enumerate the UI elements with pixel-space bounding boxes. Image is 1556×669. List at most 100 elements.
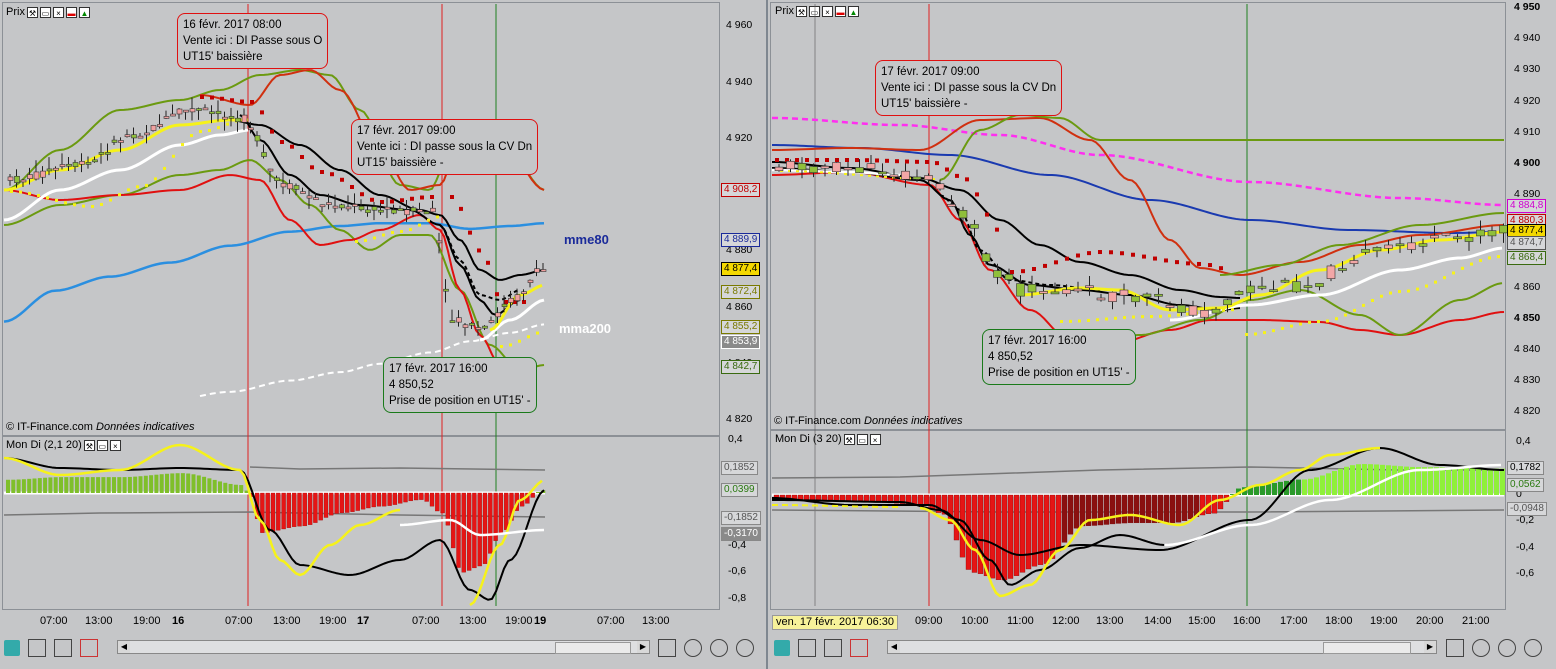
zoom-in-icon[interactable]	[736, 639, 754, 657]
yellow-dot	[500, 345, 503, 348]
price-badge: 4 842,7	[721, 360, 761, 374]
indicator-bar	[112, 477, 116, 493]
indicator-bar	[64, 477, 69, 493]
price-candle	[150, 125, 157, 131]
indicator-bar	[191, 474, 196, 493]
red-dot	[330, 172, 334, 177]
indicator-bar	[218, 481, 222, 493]
price-badge: 4 877,4	[721, 262, 761, 276]
note-line: UT15' baissière -	[881, 98, 968, 110]
right-scrollbar[interactable]: ◀ ▶	[887, 640, 1437, 654]
indicator-bar	[1157, 494, 1164, 524]
indicator-bar	[339, 492, 345, 513]
indicator-bar	[504, 492, 509, 530]
indicator-bar	[90, 477, 95, 493]
list-icon[interactable]	[54, 639, 72, 657]
price-candle	[1211, 308, 1221, 314]
pan-icon[interactable]	[1446, 639, 1464, 657]
price-candle	[105, 152, 111, 155]
price-candle	[404, 209, 410, 216]
yellow-dot	[199, 130, 202, 134]
yellow-dot	[536, 331, 539, 335]
indicator-bar	[1181, 494, 1188, 522]
scroll-thumb[interactable]	[1323, 642, 1411, 654]
indicator-bar	[536, 492, 540, 493]
indicator-bar	[292, 492, 297, 527]
indicator-bar	[1103, 494, 1110, 525]
zoom-out-icon[interactable]	[710, 639, 728, 657]
time-tick-label: 18:00	[1325, 615, 1353, 627]
indicator-bar	[16, 479, 21, 493]
red-dot	[945, 167, 949, 172]
indicator-bar	[286, 492, 292, 528]
price-tick-label: 4 830	[1514, 374, 1541, 387]
yellow-dot	[73, 203, 76, 207]
bar-chart-icon[interactable]	[798, 639, 816, 657]
red-dot	[1032, 266, 1036, 271]
red-dot	[220, 96, 224, 101]
red-dot	[965, 177, 969, 182]
indicator-bar	[1163, 494, 1170, 524]
yellow-dot	[1114, 316, 1117, 320]
zoom-in-icon[interactable]	[1524, 639, 1542, 657]
pan-icon[interactable]	[658, 639, 676, 657]
red-dot	[1219, 266, 1223, 271]
yellow-dot	[127, 188, 130, 192]
scroll-left-icon[interactable]: ◀	[888, 641, 900, 653]
series-label-mma200: mma200	[559, 321, 612, 336]
red-dot	[995, 227, 999, 232]
scroll-right-icon[interactable]: ▶	[1424, 641, 1436, 653]
red-lower-envelope	[3, 174, 521, 371]
indicator-bar	[1500, 468, 1505, 495]
scroll-thumb[interactable]	[555, 642, 631, 654]
indicator-tick-label: 0,4	[1516, 435, 1531, 448]
scroll-right-icon[interactable]: ▶	[637, 641, 649, 653]
indicator-bar	[80, 477, 85, 493]
price-tick-label: 4 930	[1514, 63, 1541, 76]
indicator-bar	[1079, 494, 1086, 527]
zoom-fit-icon[interactable]	[684, 639, 702, 657]
right-credit: © IT-Finance.com Données indicatives	[774, 415, 962, 427]
zoom-fit-icon[interactable]	[1472, 639, 1490, 657]
indicator-bar	[53, 477, 58, 493]
yellow-dot	[1497, 255, 1500, 259]
red-dot	[270, 129, 274, 134]
price-candle	[215, 110, 222, 114]
price-candle	[855, 167, 864, 173]
yellow-dot	[100, 202, 103, 206]
indicator-bar	[382, 492, 387, 507]
credit-note: Données indicatives	[864, 415, 963, 427]
bar-chart-icon[interactable]	[28, 639, 46, 657]
indicator-icon[interactable]	[80, 639, 98, 657]
scroll-left-icon[interactable]: ◀	[118, 641, 130, 653]
export-icon[interactable]	[774, 640, 790, 656]
yellow-dot	[1371, 298, 1374, 302]
left-scrollbar[interactable]: ◀ ▶	[117, 640, 650, 654]
red-dot	[250, 100, 254, 104]
indicator-bar	[1488, 468, 1493, 495]
yellow-dot	[1141, 315, 1144, 319]
yellow-dot	[1299, 322, 1302, 326]
yellow-dot	[10, 190, 13, 193]
red-dot	[260, 110, 264, 115]
red-dot	[815, 158, 819, 162]
price-tick-label: 4 900	[1514, 156, 1541, 169]
yellow-dot	[46, 196, 49, 200]
price-candle	[20, 179, 27, 183]
indicator-bar	[911, 494, 918, 505]
export-icon[interactable]	[4, 640, 20, 656]
yellow-dot	[136, 185, 139, 189]
zoom-out-icon[interactable]	[1498, 639, 1516, 657]
list-icon[interactable]	[824, 639, 842, 657]
indicator-icon[interactable]	[850, 639, 868, 657]
indicator-bar	[1314, 477, 1319, 495]
red-dot	[400, 198, 404, 203]
note-line: Prise de position en UT15' -	[389, 395, 531, 407]
indicator-bar	[122, 477, 127, 493]
yellow-dot	[1335, 317, 1338, 321]
note-line: 4 850,52	[389, 379, 434, 391]
time-tick-label: 13:00	[273, 615, 301, 627]
yellow-dot	[217, 126, 220, 130]
red-dot	[795, 158, 799, 162]
price-candle	[98, 152, 105, 155]
